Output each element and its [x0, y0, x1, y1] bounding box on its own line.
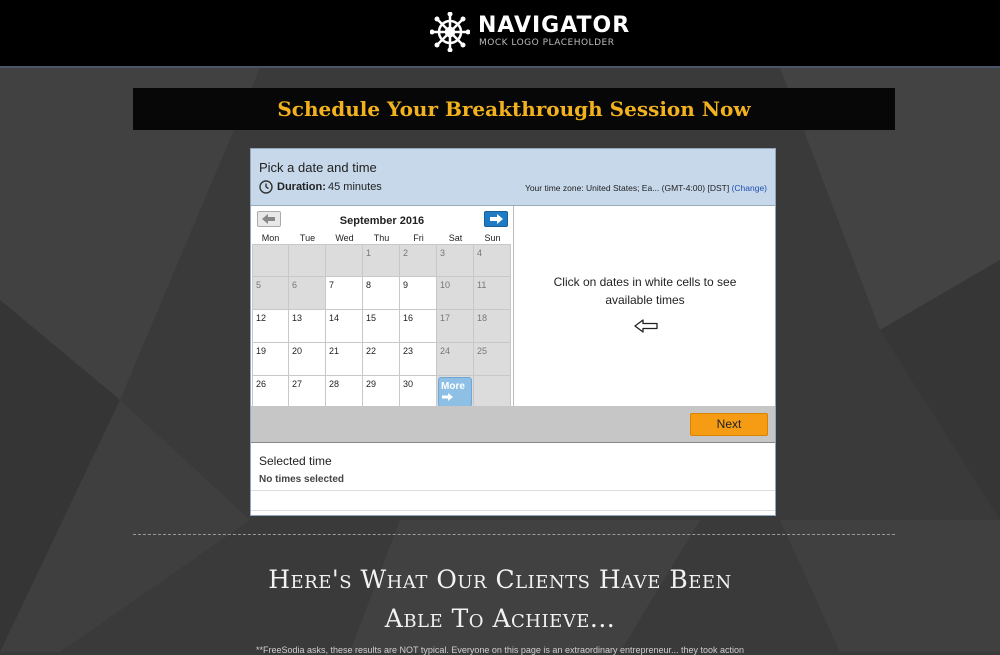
scheduler-widget: Pick a date and time Duration: 45 minute… [250, 148, 776, 516]
calendar-day-28[interactable]: 28 [326, 376, 363, 409]
calendar-day-8[interactable]: 8 [363, 277, 400, 310]
headline-line-1: Here's What Our Clients Have Been [268, 565, 732, 594]
divider [251, 510, 775, 511]
headline-line-2: Able To Achieve... [384, 604, 616, 633]
calendar-day-29[interactable]: 29 [363, 376, 400, 409]
results-headline: Here's What Our Clients Have Been Able T… [100, 560, 900, 638]
section-divider [133, 534, 895, 535]
disclaimer-text: **FreeSodia asks, these results are NOT … [255, 645, 745, 655]
timezone-change-link[interactable]: (Change) [732, 183, 767, 193]
weekday-sun: Sun [484, 233, 501, 243]
scheduler-title: Pick a date and time [259, 160, 377, 175]
scheduler-header: Pick a date and time Duration: 45 minute… [251, 149, 775, 206]
calendar-day-2: 2 [400, 244, 437, 277]
calendar-day-16[interactable]: 16 [400, 310, 437, 343]
calendar-day-7[interactable]: 7 [326, 277, 363, 310]
weekday-wed: Wed [335, 233, 354, 243]
calendar-day-19[interactable]: 19 [252, 343, 289, 376]
calendar-cell-empty [326, 244, 363, 277]
selected-time-label: Selected time [259, 454, 332, 468]
calendar-day-20[interactable]: 20 [289, 343, 326, 376]
calendar-day-21[interactable]: 21 [326, 343, 363, 376]
weekday-fri: Fri [413, 233, 424, 243]
arrow-left-icon [262, 214, 275, 224]
calendar-day-10: 10 [437, 277, 474, 310]
calendar-cell-empty [289, 244, 326, 277]
calendar-day-18: 18 [474, 310, 511, 343]
calendar-day-22[interactable]: 22 [363, 343, 400, 376]
calendar-day-9[interactable]: 9 [400, 277, 437, 310]
timezone: Your time zone: United States; Ea... (GM… [525, 183, 767, 193]
clock-icon [259, 180, 273, 194]
weekday-tue: Tue [299, 233, 316, 243]
selected-time-value: No times selected [259, 474, 345, 485]
calendar-day-27[interactable]: 27 [289, 376, 326, 409]
calendar-day-13[interactable]: 13 [289, 310, 326, 343]
prev-month-button[interactable] [257, 211, 281, 227]
weekday-mon: Mon [261, 233, 280, 243]
calendar-day-4: 4 [474, 244, 511, 277]
action-bar: Next [251, 406, 775, 443]
calendar-day-24: 24 [437, 343, 474, 376]
calendar-day-15[interactable]: 15 [363, 310, 400, 343]
weekday-sat: Sat [448, 233, 463, 243]
calendar-cell-more: More [437, 376, 474, 409]
banner-title: Schedule Your Breakthrough Session Now [277, 97, 751, 121]
calendar-cell-empty [252, 244, 289, 277]
duration-value: 45 minutes [328, 181, 382, 193]
calendar-day-26[interactable]: 26 [252, 376, 289, 409]
logo-title: NAVIGATOR [478, 13, 631, 38]
duration-label: Duration: [277, 181, 326, 193]
next-button[interactable]: Next [690, 413, 768, 436]
calendar-day-11: 11 [474, 277, 511, 310]
calendar-day-14[interactable]: 14 [326, 310, 363, 343]
calendar-cell-empty [474, 376, 511, 409]
arrow-right-icon [490, 214, 503, 224]
calendar-day-30[interactable]: 30 [400, 376, 437, 409]
calendar-day-17: 17 [437, 310, 474, 343]
calendar-day-3: 3 [437, 244, 474, 277]
logo[interactable]: NAVIGATOR MOCK LOGO PLACEHOLDER [430, 12, 629, 54]
times-hint: Click on dates in white cells to see ava… [553, 275, 737, 307]
ship-wheel-icon [430, 12, 470, 52]
calendar-day-5: 5 [252, 277, 289, 310]
times-pane: Click on dates in white cells to see ava… [515, 206, 775, 406]
calendar-day-25: 25 [474, 343, 511, 376]
left-arrow-icon [634, 319, 658, 333]
timezone-text: Your time zone: United States; Ea... (GM… [524, 183, 730, 193]
divider [251, 490, 775, 491]
schedule-banner: Schedule Your Breakthrough Session Now [133, 88, 895, 130]
calendar-day-6: 6 [289, 277, 326, 310]
more-label: More [441, 381, 465, 392]
calendar-day-1: 1 [363, 244, 400, 277]
calendar-day-23[interactable]: 23 [400, 343, 437, 376]
calendar: September 2016 Mon Tue Wed Thu Fri Sat Sun 123… [251, 206, 514, 409]
more-dates-button[interactable]: More [438, 377, 472, 407]
arrow-right-icon [442, 393, 453, 401]
weekday-thu: Thu [373, 233, 390, 243]
logo-subtitle: MOCK LOGO PLACEHOLDER [479, 38, 615, 48]
calendar-day-12[interactable]: 12 [252, 310, 289, 343]
next-month-button[interactable] [484, 211, 508, 227]
top-header: NAVIGATOR MOCK LOGO PLACEHOLDER [0, 0, 1000, 68]
calendar-grid: 1 2 3 4 5 6 7 8 9 10 11 12 13 14 15 16 17 18 19 20 21 22 23 24 2… [252, 244, 512, 409]
calendar-month: September 2016 [339, 215, 425, 227]
